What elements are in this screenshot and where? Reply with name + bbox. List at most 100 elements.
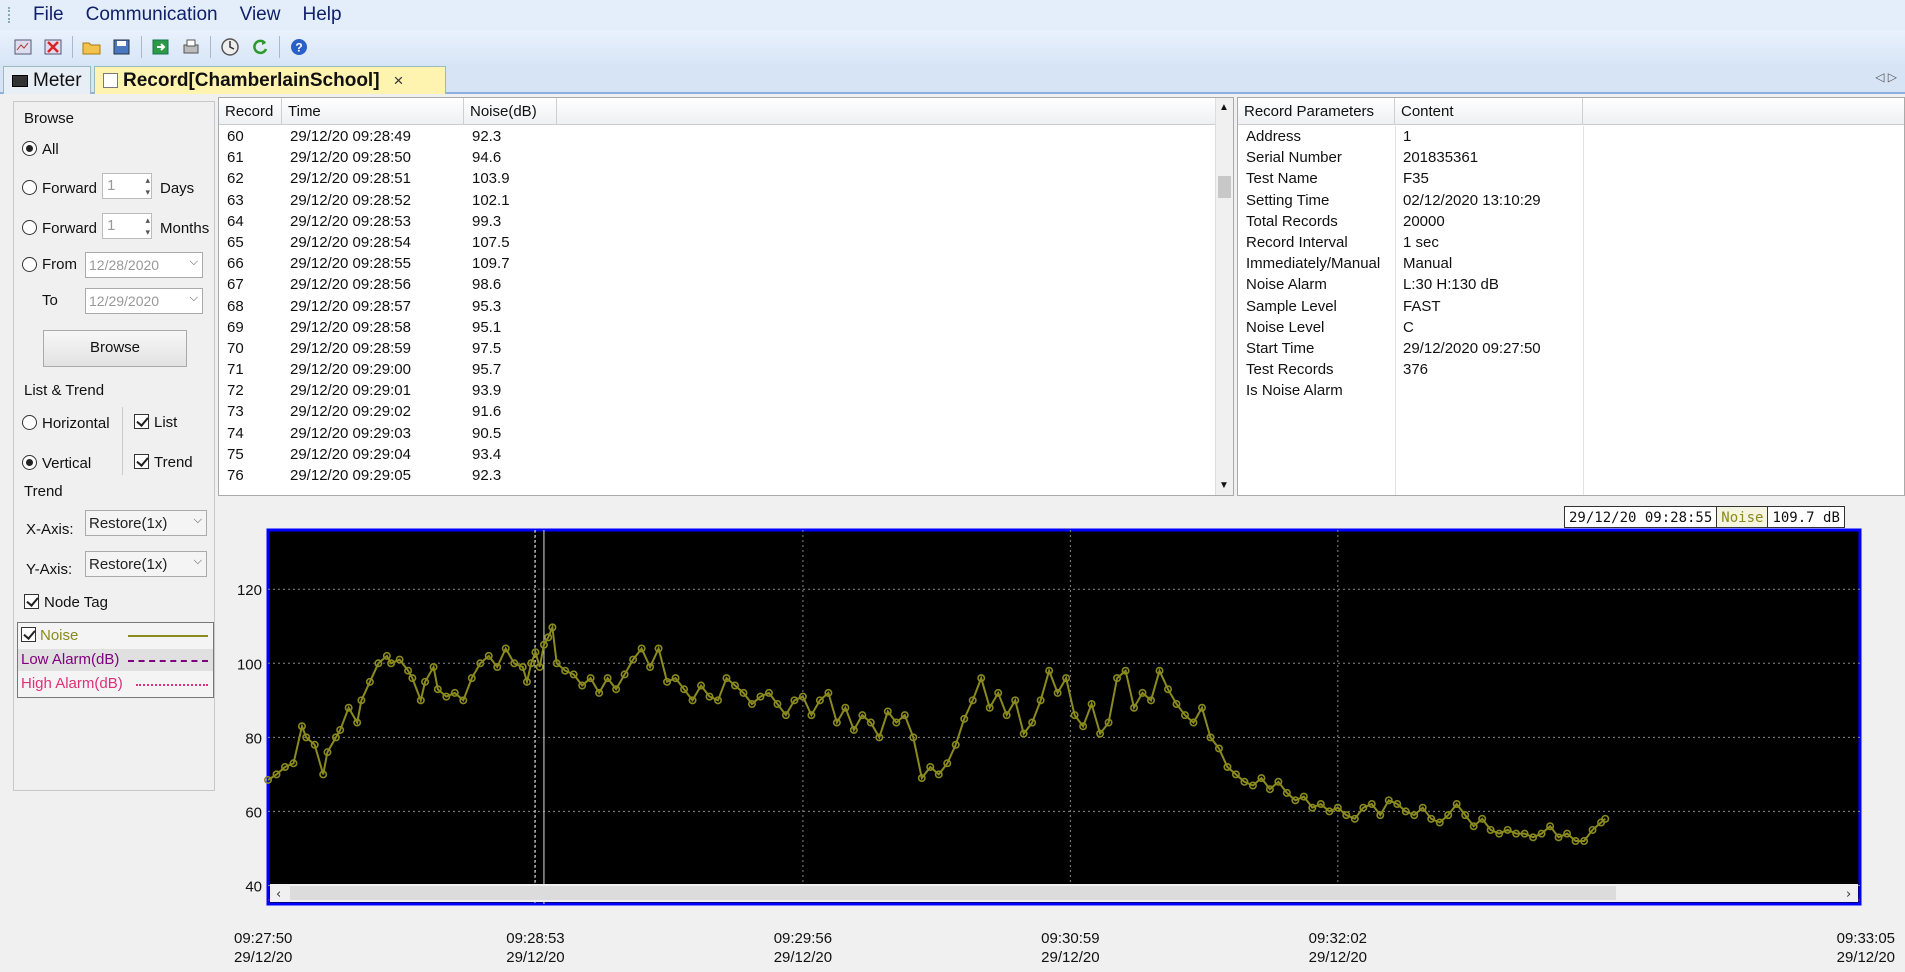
forward-days-stepper[interactable]: 1 [102,173,152,199]
table-row[interactable]: 71 29/12/20 09:29:00 95.7 [219,359,557,380]
tab-scroll-arrows[interactable]: ◁ ▷ [1875,70,1897,84]
table-row[interactable]: 65 29/12/20 09:28:54 107.5 [219,232,557,253]
menu-communication[interactable]: Communication [75,4,229,26]
y-tick-label: 100 [237,656,262,673]
table-cell: 29/12/20 09:28:53 [290,212,411,230]
scroll-thumb[interactable] [1218,176,1231,198]
data-point [1231,770,1240,779]
table-cell: 95.3 [472,297,502,315]
table-row[interactable]: 75 29/12/20 09:29:04 93.4 [219,444,557,465]
data-point [1045,666,1054,675]
scroll-down-icon[interactable]: ▼ [1219,480,1229,491]
browse-all-radio[interactable] [22,141,37,156]
data-point [1478,814,1487,823]
table-row[interactable]: 66 29/12/20 09:28:55 109.7 [219,253,557,274]
data-point [395,655,404,664]
table-row[interactable]: Noise Level C [1238,317,1583,338]
data-point [1138,688,1147,697]
table-row[interactable]: 74 29/12/20 09:29:03 90.5 [219,423,557,444]
delete-icon[interactable] [41,35,65,59]
horizontal-radio[interactable] [22,415,37,430]
column-header-content[interactable]: Content [1395,98,1583,125]
table-row[interactable]: 70 29/12/20 09:28:59 97.5 [219,338,557,359]
to-date-picker[interactable]: 12/29/2020 ⌵ [85,288,203,314]
param-name: Immediately/Manual [1246,255,1381,273]
table-row[interactable]: Noise Alarm L:30 H:130 dB [1238,274,1583,295]
table-row[interactable]: 76 29/12/20 09:29:05 92.3 [219,465,557,486]
data-point [1164,685,1173,694]
help-icon[interactable]: ? [287,35,311,59]
table-row[interactable]: 62 29/12/20 09:28:51 103.9 [219,168,557,189]
close-icon[interactable]: × [394,71,404,91]
table-row[interactable]: 60 29/12/20 09:28:49 92.3 [219,126,557,147]
from-date-picker[interactable]: 12/28/2020 ⌵ [85,252,203,278]
param-value [1395,380,1583,401]
data-point [548,623,557,632]
scroll-up-icon[interactable]: ▲ [1219,102,1229,113]
data-point [612,685,621,694]
table-row[interactable]: Sample Level FAST [1238,296,1583,317]
table-row[interactable]: Test Name F35 [1238,168,1583,189]
column-header-record[interactable]: Record [219,98,282,125]
data-point [960,714,969,723]
trend-checkbox[interactable] [134,454,149,469]
tab-meter[interactable]: Meter [3,66,91,94]
forward-months-radio[interactable] [22,220,37,235]
toolbar-separator [72,36,73,58]
table-row[interactable]: Address 1 [1238,126,1583,147]
data-point [714,696,723,705]
table-row[interactable]: Test Records 376 [1238,359,1583,380]
data-point [985,703,994,712]
records-table-body: 60 29/12/20 09:28:49 92.3 61 29/12/20 09:28:… [219,126,557,486]
table-row[interactable]: Total Records 20000 [1238,211,1583,232]
records-scrollbar[interactable]: ▲ ▼ [1215,98,1233,495]
vertical-radio[interactable] [22,455,37,470]
table-row[interactable]: Immediately/Manual Manual [1238,253,1583,274]
refresh-icon[interactable] [248,35,272,59]
clock-icon[interactable] [218,35,242,59]
data-point [1401,807,1410,816]
column-header-parameter[interactable]: Record Parameters [1238,98,1395,125]
view-icon[interactable] [11,35,35,59]
table-row[interactable]: 64 29/12/20 09:28:53 99.3 [219,211,557,232]
table-row[interactable]: Serial Number 201835361 [1238,147,1583,168]
table-row[interactable]: 67 29/12/20 09:28:56 98.6 [219,274,557,295]
column-header-time[interactable]: Time [282,98,464,125]
table-row[interactable]: 68 29/12/20 09:28:57 95.3 [219,296,557,317]
table-row[interactable]: 69 29/12/20 09:28:58 95.1 [219,317,557,338]
menu-view[interactable]: View [229,4,292,26]
table-row[interactable]: 61 29/12/20 09:28:50 94.6 [219,147,557,168]
tab-record[interactable]: Record[ChamberlainSchool] × [94,66,446,94]
table-row[interactable]: 73 29/12/20 09:29:02 91.6 [219,401,557,422]
node-tag-checkbox[interactable] [24,594,39,609]
param-value: FAST [1403,297,1441,315]
y-axis-select[interactable]: Restore(1x) ⌵ [85,551,207,577]
open-folder-icon[interactable] [80,35,104,59]
table-row[interactable]: Setting Time 02/12/2020 13:10:29 [1238,190,1583,211]
table-row[interactable]: 72 29/12/20 09:29:01 93.9 [219,380,557,401]
table-row[interactable]: Record Interval 1 sec [1238,232,1583,253]
data-point [522,677,531,686]
table-row[interactable]: 63 29/12/20 09:28:52 102.1 [219,190,557,211]
forward-days-radio[interactable] [22,180,37,195]
print-icon[interactable] [179,35,203,59]
list-label: List [154,414,178,431]
forward-months-stepper[interactable]: 1 [102,213,152,239]
data-point [459,696,468,705]
data-point [544,633,553,642]
noise-series-checkbox[interactable] [21,627,36,642]
horizontal-label: Horizontal [42,415,110,432]
column-header-noise[interactable]: Noise(dB) [464,98,557,125]
data-point [1019,729,1028,738]
x-axis-label: X-Axis: [26,521,74,538]
menu-help[interactable]: Help [291,4,352,26]
x-axis-select[interactable]: Restore(1x) ⌵ [85,510,207,536]
table-row[interactable]: Start Time 29/12/2020 09:27:50 [1238,338,1583,359]
browse-button[interactable]: Browse [43,330,187,367]
table-row[interactable]: Is Noise Alarm [1238,380,1583,401]
list-checkbox[interactable] [134,414,149,429]
from-radio[interactable] [22,257,37,272]
save-icon[interactable] [110,35,134,59]
menu-file[interactable]: File [22,4,75,26]
export-icon[interactable] [149,35,173,59]
